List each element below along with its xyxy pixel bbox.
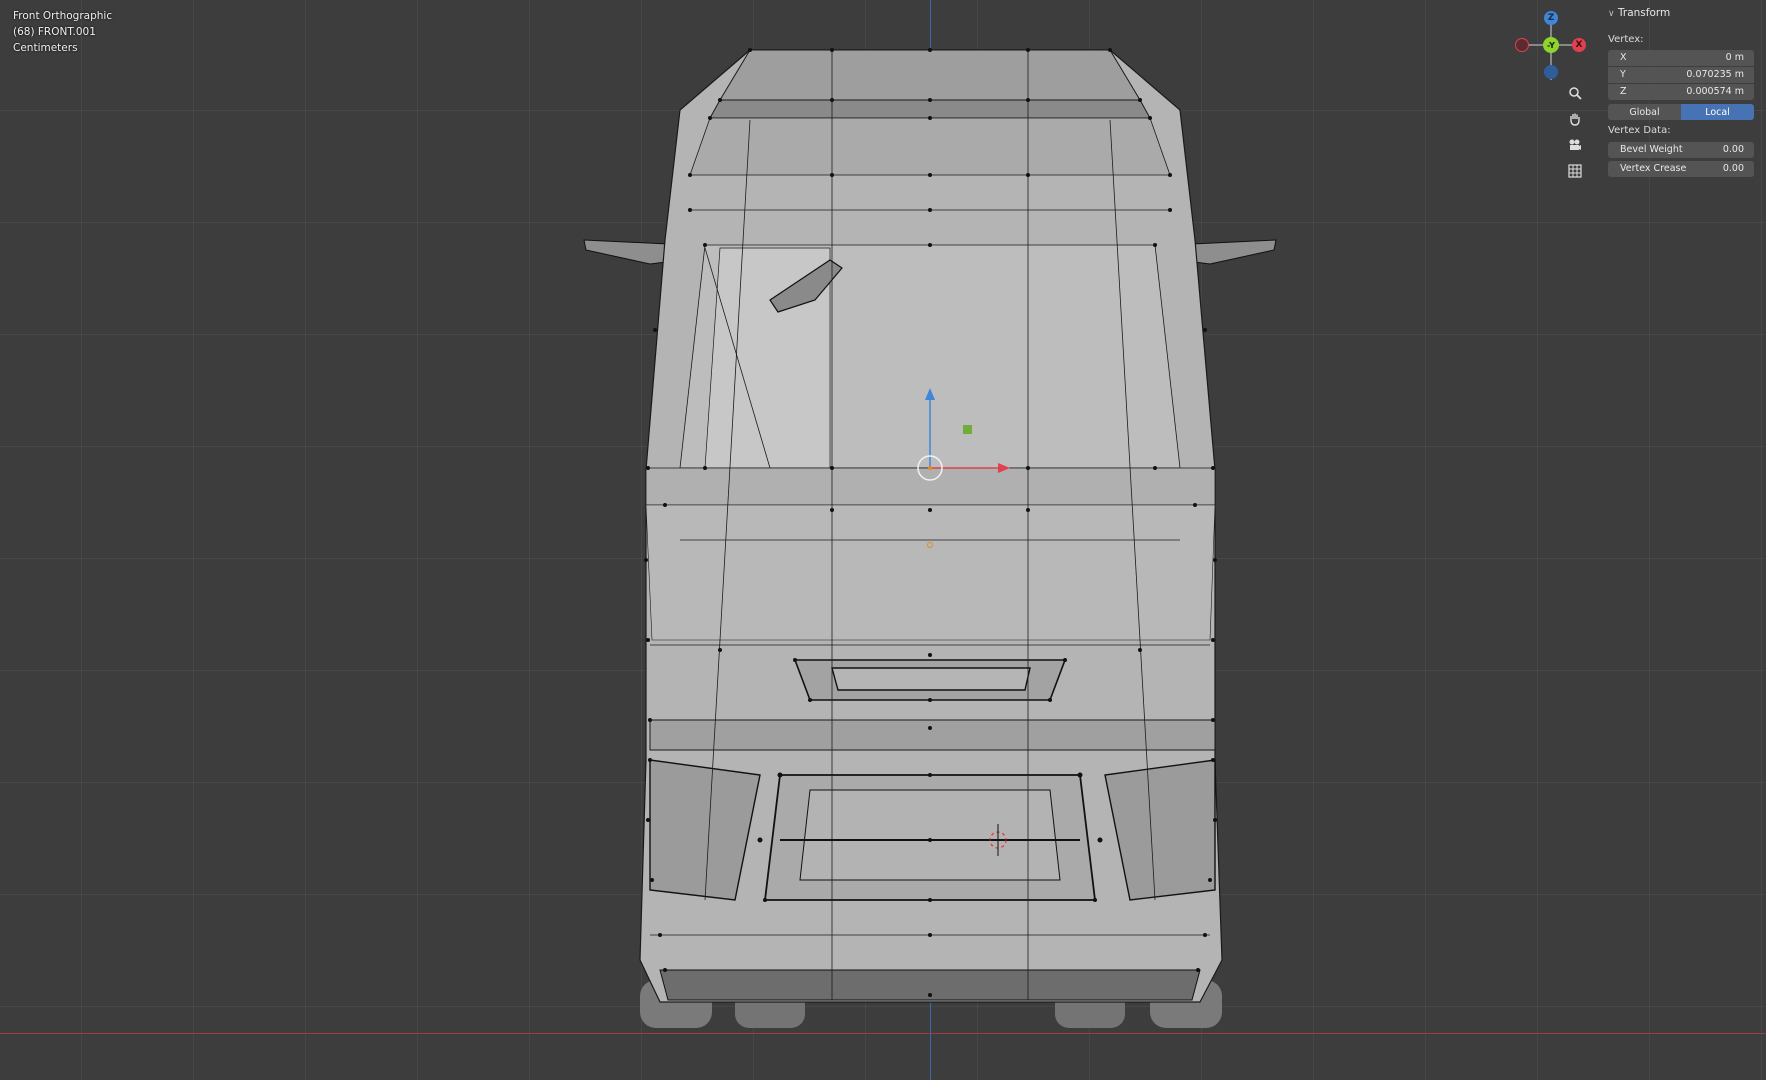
global-space-button[interactable]: Global [1608, 104, 1681, 120]
viewport-info: Front Orthographic (68) FRONT.001 Centim… [13, 8, 112, 56]
roof [719, 49, 1141, 101]
field-value: 0.000574 m [1686, 86, 1744, 97]
local-space-button[interactable]: Local [1681, 104, 1754, 120]
field-label: X [1620, 52, 1627, 63]
mesh-object[interactable] [0, 0, 1766, 1080]
hood [645, 504, 1216, 641]
gizmo-z[interactable]: Z [1544, 11, 1558, 25]
lower-grille-inner [799, 789, 1061, 881]
zoom-icon[interactable] [1564, 82, 1586, 104]
vertex-z-field[interactable]: Z 0.000574 m [1608, 84, 1754, 100]
chevron-down-icon: ∨ [1608, 9, 1615, 19]
right-mirror [1191, 239, 1277, 265]
grid-icon[interactable] [1564, 160, 1586, 182]
left-mirror [583, 239, 669, 265]
field-value: 0.00 [1722, 144, 1744, 155]
sidebar-panel: ∨ Transform Vertex: X 0 m Y 0.070235 m Z … [1604, 0, 1766, 1080]
navigation-gizmo[interactable]: Z -Y X [1510, 8, 1586, 82]
view-name: Front Orthographic [13, 10, 113, 22]
3d-viewport[interactable]: Front Orthographic (68) FRONT.001 Centim… [0, 0, 1766, 1080]
camera-icon[interactable] [1564, 134, 1586, 156]
bumper-band [649, 719, 1216, 751]
upper-grille-slot [831, 667, 1031, 691]
field-value: 0.00 [1722, 163, 1744, 174]
gizmo-neg-x[interactable] [1515, 38, 1529, 52]
pan-hand-icon[interactable] [1564, 108, 1586, 130]
roof-curve [689, 117, 1171, 176]
gizmo-x[interactable]: X [1572, 38, 1586, 52]
gizmo-neg-y[interactable]: -Y [1543, 37, 1559, 53]
field-label: Vertex Crease [1620, 163, 1687, 174]
vertex-crease-field[interactable]: Vertex Crease 0.00 [1608, 161, 1754, 177]
hood-band [645, 467, 1216, 506]
panel-title: Transform [1618, 7, 1671, 19]
field-label: Bevel Weight [1620, 144, 1683, 155]
field-value: 0.070235 m [1686, 69, 1744, 80]
field-value: 0 m [1725, 52, 1744, 63]
unit-system: Centimeters [13, 42, 78, 54]
vertex-data-label: Vertex Data: [1608, 125, 1671, 136]
vertex-label: Vertex: [1608, 34, 1644, 45]
field-label: Y [1620, 69, 1626, 80]
field-label: Z [1620, 86, 1627, 97]
transform-panel-header[interactable]: ∨ Transform [1608, 7, 1670, 19]
vertex-y-field[interactable]: Y 0.070235 m [1608, 67, 1754, 83]
object-label: (68) FRONT.001 [13, 26, 96, 38]
bevel-weight-field[interactable]: Bevel Weight 0.00 [1608, 142, 1754, 158]
roof-band [709, 99, 1151, 119]
gizmo-neg-z[interactable] [1544, 65, 1558, 79]
vertex-x-field[interactable]: X 0 m [1608, 50, 1754, 66]
